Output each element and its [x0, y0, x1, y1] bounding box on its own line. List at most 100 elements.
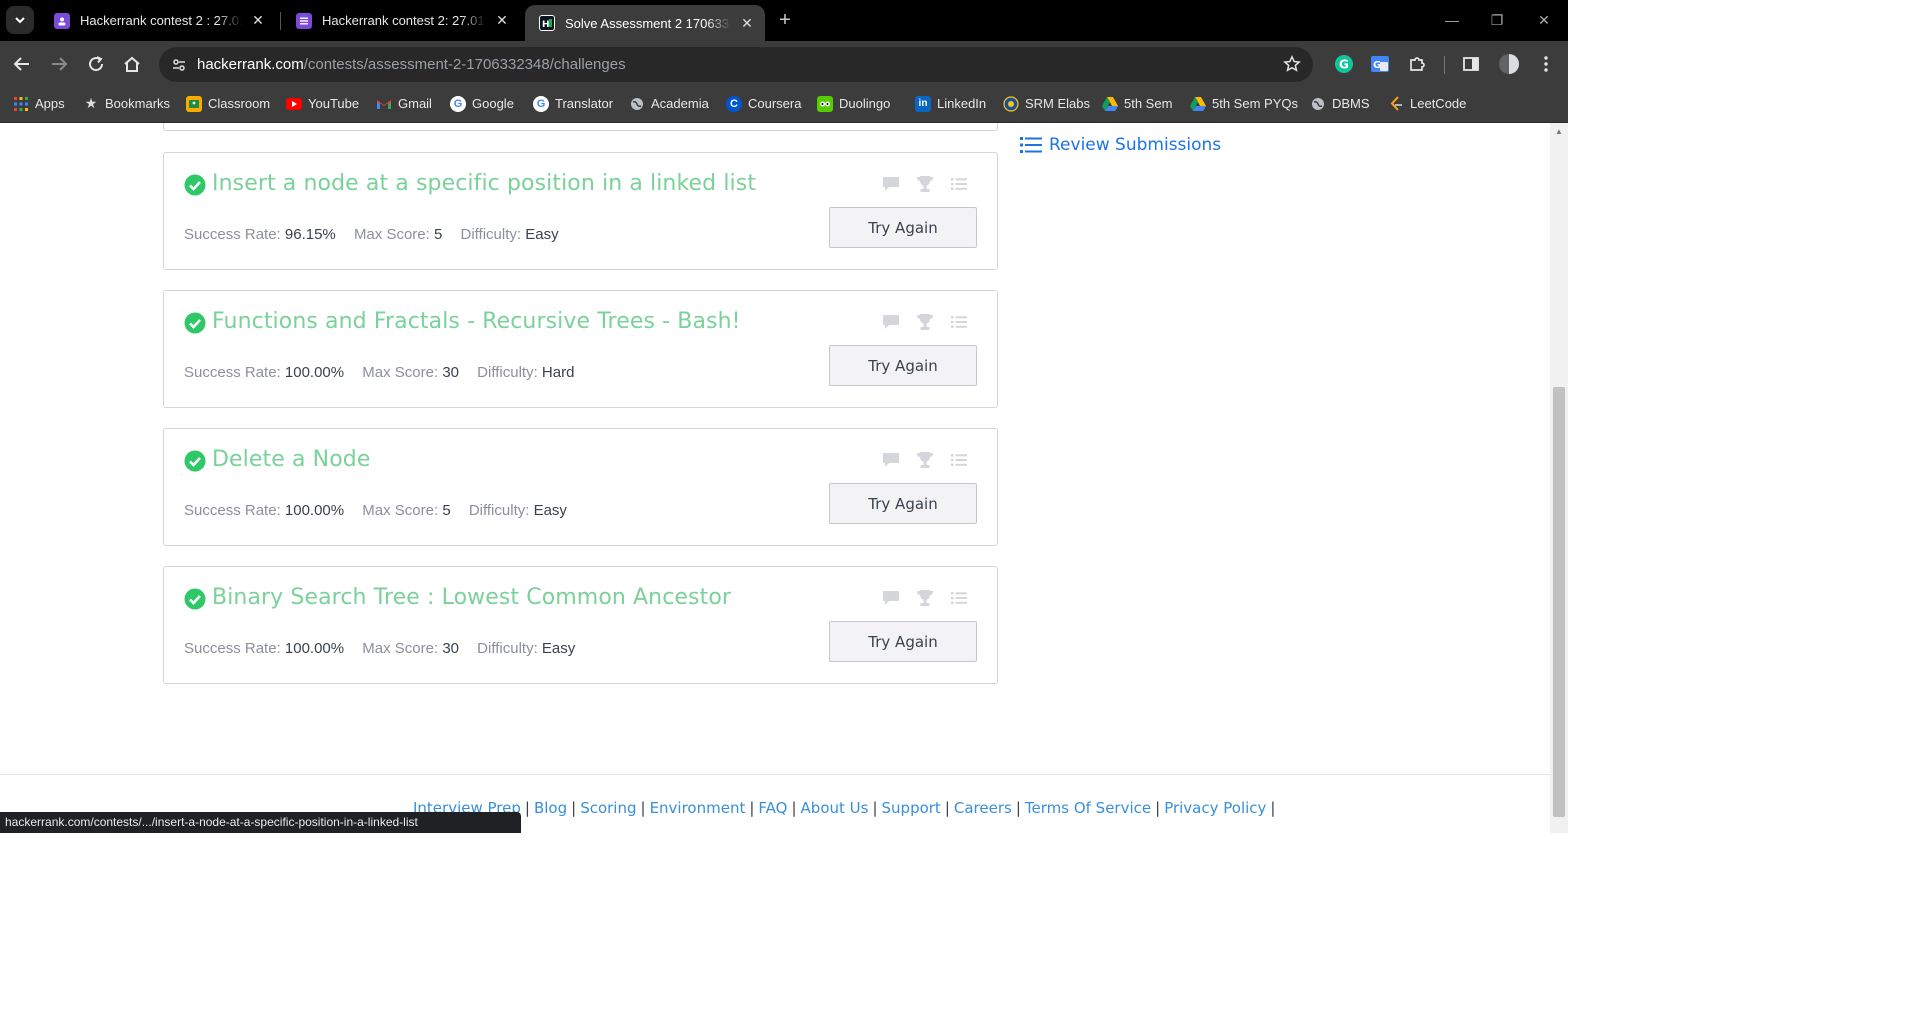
footer-link[interactable]: FAQ [758, 799, 787, 817]
tab-search-button[interactable] [6, 6, 34, 34]
tab-contest-1[interactable]: Hackerrank contest 2 : 27.01.2024 ✕ [40, 5, 276, 36]
success-rate-label: Success Rate: [184, 226, 281, 243]
bookmark-label: Academia [651, 96, 709, 111]
leaderboard-trophy-icon[interactable] [915, 174, 935, 194]
more-menu-icon[interactable] [1533, 51, 1559, 77]
bookmark-srm-elabs[interactable]: SRM Elabs [1003, 88, 1090, 119]
footer-separator: | [872, 799, 878, 817]
difficulty-label: Difficulty: [468, 502, 530, 519]
challenge-title-link[interactable]: Binary Search Tree : Lowest Common Ances… [212, 585, 731, 610]
footer-link[interactable]: Privacy Policy [1164, 799, 1266, 817]
submissions-list-icon[interactable] [949, 450, 969, 470]
footer-separator: | [749, 799, 755, 817]
success-rate-label: Success Rate: [184, 364, 281, 381]
submissions-list-icon[interactable] [949, 312, 969, 332]
challenge-title-link[interactable]: Insert a node at a specific position in … [212, 171, 756, 196]
back-icon[interactable] [9, 51, 35, 77]
globe-icon [629, 96, 645, 112]
home-icon[interactable] [119, 51, 145, 77]
svg-text:G: G [1373, 60, 1381, 71]
bookmark-5th-sem-pyqs[interactable]: 5th Sem PYQs [1190, 88, 1298, 119]
discussions-icon[interactable] [881, 450, 901, 470]
address-bar[interactable]: hackerrank.com/contests/assessment-2-170… [159, 47, 1313, 82]
bookmark-apps[interactable]: Apps [13, 88, 65, 119]
browser-toolbar: hackerrank.com/contests/assessment-2-170… [0, 41, 1568, 88]
bookmark-5th-sem[interactable]: 5th Sem [1102, 88, 1172, 119]
page-scrollbar[interactable]: ▲ [1550, 123, 1568, 833]
reload-icon[interactable] [83, 51, 109, 77]
bookmark-leetcode[interactable]: LeetCode [1388, 88, 1466, 119]
footer-links: Interview Prep | Blog | Scoring | Environment |… [413, 799, 1279, 817]
page-content: Insert a node at a specific position in … [0, 123, 1550, 833]
restore-icon[interactable]: ❐ [1485, 8, 1509, 32]
scroll-thumb[interactable] [1553, 387, 1565, 817]
bookmark-gmail[interactable]: Gmail [376, 88, 432, 119]
classroom-favicon-icon [54, 12, 70, 29]
footer-link[interactable]: Support [882, 799, 941, 817]
challenge-title-link[interactable]: Delete a Node [212, 447, 370, 472]
bookmark-coursera[interactable]: C Coursera [726, 88, 801, 119]
discussions-icon[interactable] [881, 588, 901, 608]
close-window-icon[interactable]: ✕ [1532, 8, 1556, 32]
max-score-value: 30 [442, 364, 459, 381]
footer-separator: | [944, 799, 950, 817]
bookmark-academia[interactable]: Academia [629, 88, 709, 119]
google-translate-icon[interactable]: G [1367, 51, 1393, 77]
profile-avatar-icon[interactable] [1496, 51, 1522, 77]
footer-link[interactable]: About Us [801, 799, 869, 817]
challenge-actions [881, 450, 969, 470]
extensions-puzzle-icon[interactable] [1404, 51, 1430, 77]
submissions-list-icon[interactable] [949, 174, 969, 194]
scroll-up-arrow-icon[interactable]: ▲ [1550, 123, 1568, 141]
tab-solve-assessment[interactable]: H Solve Assessment 2 1706332348 ✕ [525, 5, 765, 41]
leaderboard-trophy-icon[interactable] [915, 450, 935, 470]
challenge-card: Insert a node at a specific position in … [163, 152, 998, 270]
try-again-button[interactable]: Try Again [829, 483, 977, 524]
tab-contest-2[interactable]: Hackerrank contest 2: 27.01.2024 ✕ [282, 5, 520, 36]
leaderboard-trophy-icon[interactable] [915, 588, 935, 608]
url-path: /contests/assessment-2-1706332348/challe… [303, 56, 626, 73]
bookmark-google[interactable]: G Google [450, 88, 514, 119]
challenge-actions [881, 174, 969, 194]
discussions-icon[interactable] [881, 174, 901, 194]
drive-icon [1102, 96, 1118, 112]
bookmark-duolingo[interactable]: Duolingo [817, 88, 890, 119]
url-text[interactable]: hackerrank.com/contests/assessment-2-170… [197, 56, 626, 73]
bookmark-classroom[interactable]: Classroom [186, 88, 270, 119]
review-submissions-link[interactable]: Review Submissions [1020, 135, 1221, 155]
footer-link[interactable]: Blog [534, 799, 567, 817]
try-again-button[interactable]: Try Again [829, 621, 977, 662]
grammarly-icon[interactable]: G [1331, 51, 1357, 77]
browser-tab-strip: Hackerrank contest 2 : 27.01.2024 ✕ Hack… [0, 0, 1568, 41]
try-again-button[interactable]: Try Again [829, 207, 977, 248]
minimize-icon[interactable]: — [1440, 8, 1464, 32]
svg-text:H: H [542, 20, 550, 30]
chevron-down-icon [15, 17, 25, 24]
close-icon[interactable]: ✕ [250, 12, 266, 29]
leaderboard-trophy-icon[interactable] [915, 312, 935, 332]
footer-link[interactable]: Environment [650, 799, 746, 817]
bookmark-star-icon[interactable] [1281, 53, 1303, 75]
try-again-button[interactable]: Try Again [829, 345, 977, 386]
bookmark-label: SRM Elabs [1025, 96, 1091, 111]
success-rate-value: 96.15% [284, 226, 336, 243]
gmail-icon [376, 96, 392, 112]
close-icon[interactable]: ✕ [739, 15, 755, 32]
footer-link[interactable]: Careers [954, 799, 1012, 817]
new-tab-button[interactable]: + [773, 9, 797, 33]
side-panel-icon[interactable] [1458, 51, 1484, 77]
footer-link[interactable]: Terms Of Service [1025, 799, 1151, 817]
challenge-title-link[interactable]: Functions and Fractals - Recursive Trees… [212, 309, 741, 334]
footer-link[interactable]: Scoring [580, 799, 636, 817]
bookmark-translator[interactable]: G Translator [533, 88, 613, 119]
close-icon[interactable]: ✕ [494, 12, 510, 29]
submissions-list-icon[interactable] [949, 588, 969, 608]
bookmark-dbms[interactable]: DBMS [1310, 88, 1370, 119]
solved-check-icon [184, 174, 206, 196]
bookmark-bookmarks[interactable]: ★ Bookmarks [83, 88, 170, 119]
discussions-icon[interactable] [881, 312, 901, 332]
bookmark-youtube[interactable]: YouTube [286, 88, 359, 119]
site-info-icon[interactable] [169, 55, 189, 75]
forward-icon[interactable] [46, 51, 72, 77]
bookmark-linkedin[interactable]: in LinkedIn [915, 88, 986, 119]
